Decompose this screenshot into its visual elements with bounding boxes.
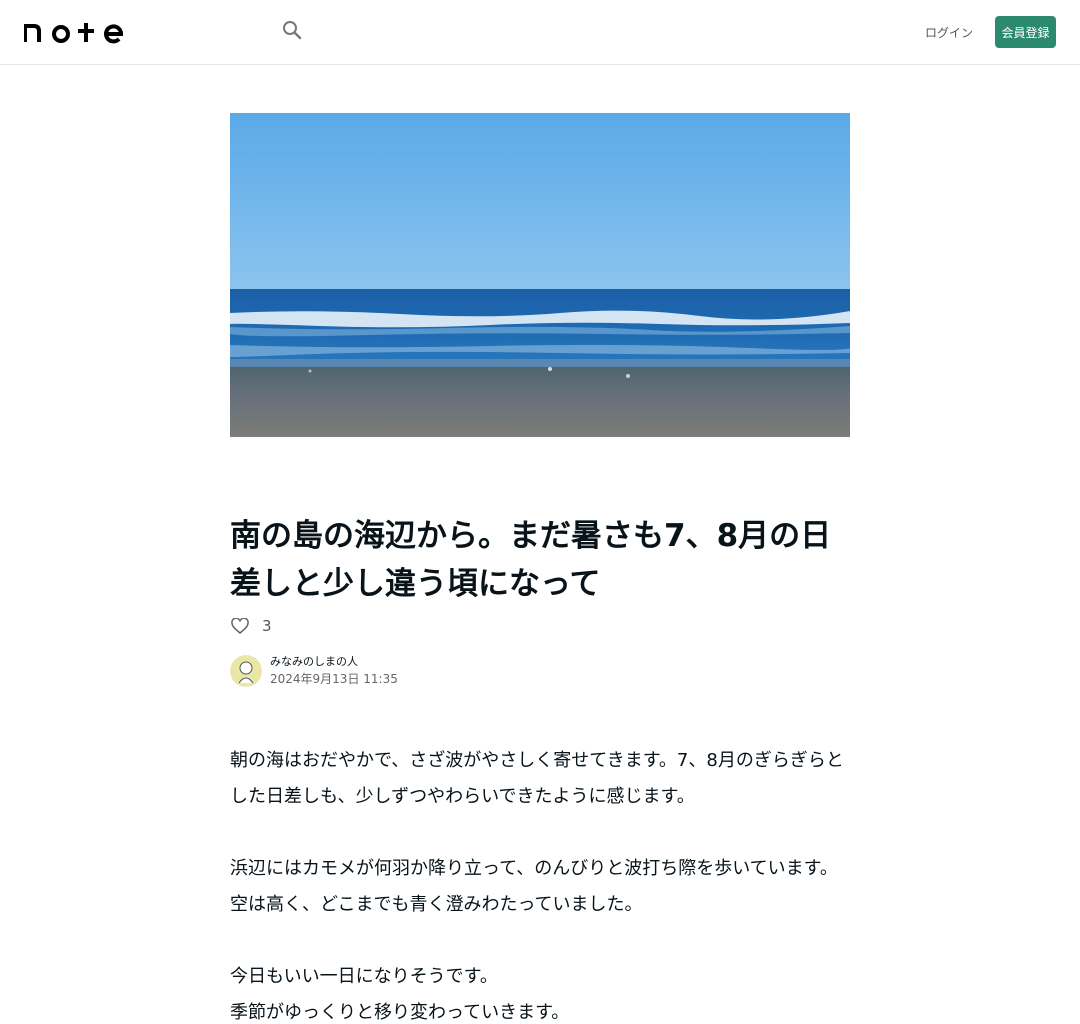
article-body: 朝の海はおだやかで、さざ波がやさしく寄せてきます。7、8月のぎらぎらとした日差し… — [230, 743, 850, 1024]
login-link[interactable]: ログイン — [922, 18, 976, 46]
article-title: 南の島の海辺から。まだ暑さも7、8月の日差しと少し違う頃になって — [230, 518, 832, 602]
site-header: ログイン 会員登録 — [0, 0, 1080, 65]
heart-icon[interactable] — [230, 616, 250, 636]
paragraph: 朝の海はおだやかで、さざ波がやさしく寄せてきます。7、8月のぎらぎらとした日差し… — [230, 750, 844, 807]
author-meta: みなみのしまの人 2024年9月13日 11:35 — [270, 654, 398, 688]
avatar[interactable] — [230, 655, 262, 687]
search-button[interactable] — [278, 18, 306, 46]
note-logo[interactable] — [23, 20, 124, 44]
author-block: みなみのしまの人 2024年9月13日 11:35 — [230, 655, 398, 687]
hero-image — [230, 113, 850, 437]
signup-button[interactable]: 会員登録 — [995, 16, 1056, 48]
like-section: 3 — [230, 614, 272, 638]
like-count: 3 — [262, 617, 272, 635]
author-name[interactable]: みなみのしまの人 — [270, 654, 398, 670]
paragraph: 今日もいい一日になりそうです。 — [230, 966, 498, 987]
post-date: 2024年9月13日 11:35 — [270, 672, 398, 686]
paragraph: 季節がゆっくりと移り変わっていきます。 — [230, 1002, 570, 1023]
search-icon — [282, 20, 302, 44]
paragraph: 浜辺にはカモメが何羽か降り立って、のんびりと波打ち際を歩いています。空は高く、ど… — [230, 858, 838, 915]
